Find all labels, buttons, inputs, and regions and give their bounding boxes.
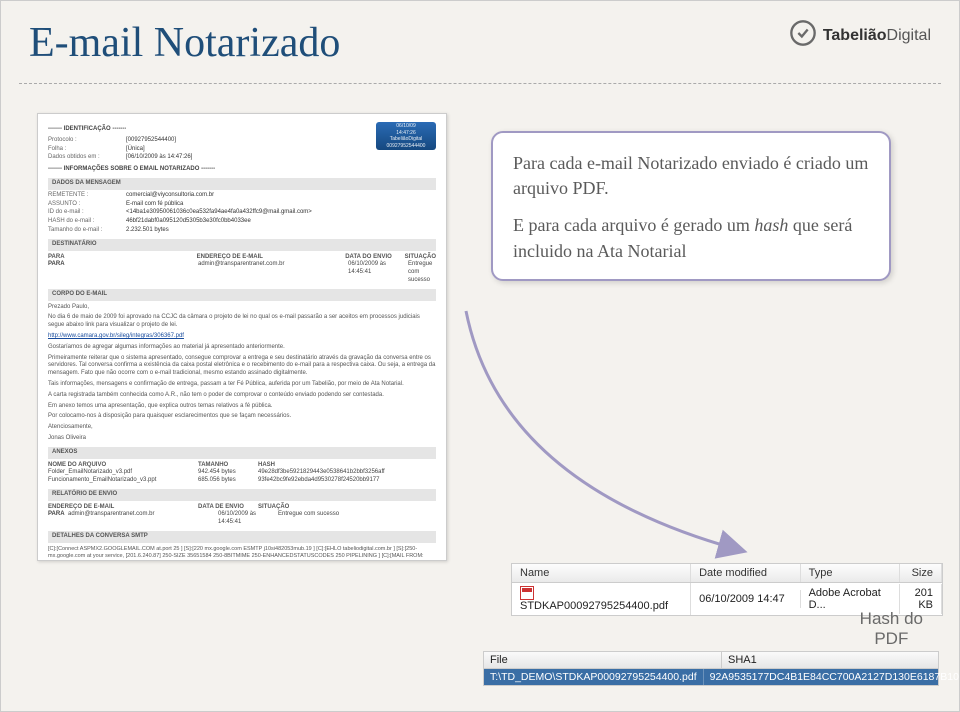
column-size[interactable]: Size: [900, 564, 942, 582]
column-type[interactable]: Type: [801, 564, 901, 582]
column-date-modified[interactable]: Date modified: [691, 564, 800, 582]
brand-text: TabeliãoDigital: [823, 27, 931, 45]
hash-tool-panel: File SHA1 T:\TD_DEMO\STDKAP0009279525440…: [483, 651, 939, 686]
file-date-cell: 06/10/2009 14:47: [691, 590, 800, 608]
slide-container: E-mail Notarizado TabeliãoDigital 06/10/…: [0, 0, 960, 712]
divider: [19, 83, 941, 84]
seal-icon: [789, 19, 817, 52]
explanation-callout: Para cada e-mail Notarizado enviado é cr…: [491, 131, 891, 281]
section-info: ------- INFORMAÇÕES SOBRE O EMAIL NOTARI…: [48, 166, 436, 174]
hash-row[interactable]: T:\TD_DEMO\STDKAP00092795254400.pdf 92A9…: [484, 669, 938, 685]
file-explorer-header: Name Date modified Type Size: [512, 564, 942, 583]
hash-label: Hash doPDF: [860, 609, 923, 650]
hash-tool-header: File SHA1: [484, 652, 938, 669]
hash-file-cell: T:\TD_DEMO\STDKAP00092795254400.pdf: [484, 669, 704, 685]
column-sha1[interactable]: SHA1: [722, 652, 938, 668]
hash-value-cell: 92A9535177DC4B1E84CC700A2127D130E6187B10: [704, 669, 960, 685]
notary-badge: 06/10/09 14:47:26 TabeliãoDigital 009279…: [376, 122, 436, 150]
page-title: E-mail Notarizado: [29, 19, 340, 67]
brand-logo: TabeliãoDigital: [789, 19, 931, 52]
column-file[interactable]: File: [484, 652, 722, 668]
column-name[interactable]: Name: [512, 564, 691, 582]
callout-p2: E para cada arquivo é gerado um hash que…: [513, 213, 869, 263]
curved-arrow-icon: [456, 301, 796, 581]
callout-p1: Para cada e-mail Notarizado enviado é cr…: [513, 151, 869, 201]
file-name-cell: STDKAP00092795254400.pdf: [520, 600, 668, 612]
pdf-file-icon: [520, 586, 534, 600]
pdf-document-preview: 06/10/09 14:47:26 TabeliãoDigital 009279…: [37, 113, 447, 561]
